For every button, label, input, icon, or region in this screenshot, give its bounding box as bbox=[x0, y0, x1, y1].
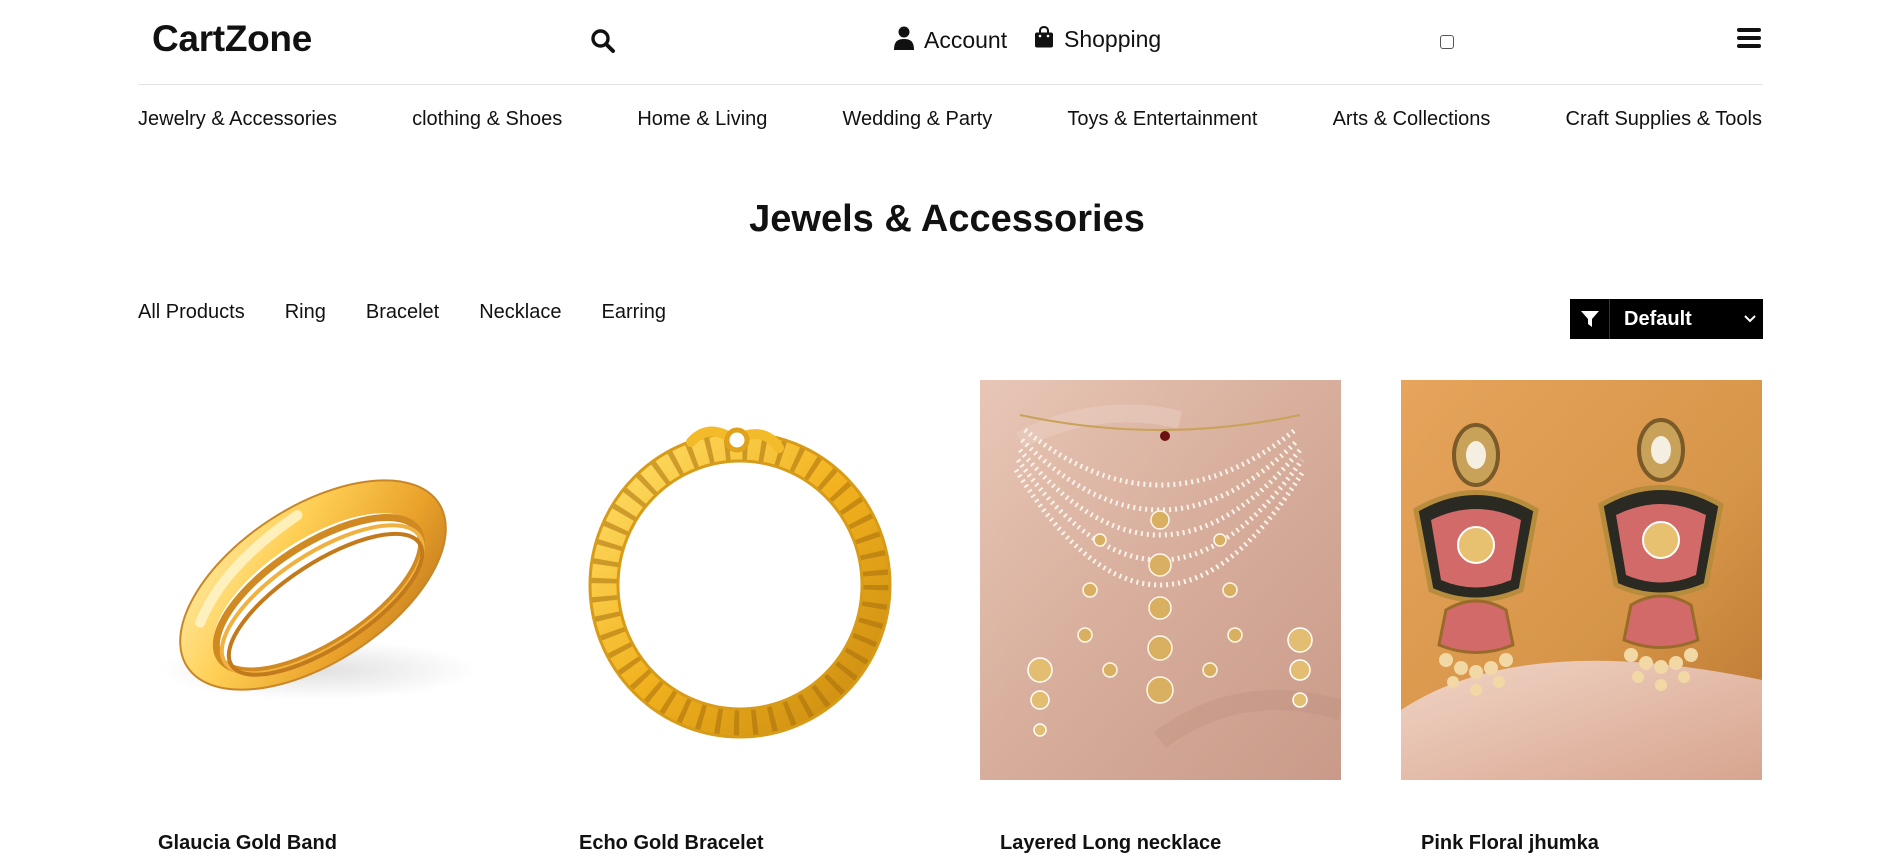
user-icon bbox=[894, 26, 914, 55]
product-card[interactable]: Pink Floral jhumka bbox=[1401, 380, 1762, 864]
category-nav: Jewelry & Accessories clothing & Shoes H… bbox=[138, 108, 1762, 131]
filter-tab-necklace[interactable]: Necklace bbox=[479, 301, 561, 324]
account-label: Account bbox=[924, 27, 1008, 53]
category-home-living[interactable]: Home & Living bbox=[637, 108, 767, 131]
product-filter-tabs: All Products Ring Bracelet Necklace Earr… bbox=[138, 301, 666, 324]
filter-funnel-icon bbox=[1570, 299, 1610, 339]
filter-tab-earring[interactable]: Earring bbox=[602, 301, 666, 324]
product-card[interactable]: Glaucia Gold Band bbox=[138, 380, 499, 864]
top-header: CartZone Account Shopping bbox=[0, 0, 1894, 85]
product-name[interactable]: Echo Gold Bracelet bbox=[579, 832, 764, 855]
gold-ring-image bbox=[138, 380, 499, 780]
shopping-link[interactable]: Shopping bbox=[1034, 25, 1162, 53]
product-card[interactable]: Echo Gold Bracelet bbox=[559, 380, 920, 864]
category-toys-entertainment[interactable]: Toys & Entertainment bbox=[1067, 108, 1257, 131]
filter-tab-ring[interactable]: Ring bbox=[285, 301, 326, 324]
theme-toggle-checkbox[interactable] bbox=[1440, 35, 1454, 49]
product-name[interactable]: Glaucia Gold Band bbox=[158, 832, 337, 855]
filter-tab-bracelet[interactable]: Bracelet bbox=[366, 301, 439, 324]
category-clothing-shoes[interactable]: clothing & Shoes bbox=[412, 108, 562, 131]
hamburger-menu-icon[interactable] bbox=[1737, 28, 1761, 48]
category-wedding-party[interactable]: Wedding & Party bbox=[843, 108, 993, 131]
jhumka-earrings-image bbox=[1401, 380, 1762, 780]
shopping-bag-icon bbox=[1034, 25, 1054, 53]
product-card[interactable]: Layered Long necklace bbox=[980, 380, 1341, 864]
category-arts-collections[interactable]: Arts & Collections bbox=[1333, 108, 1491, 131]
product-name[interactable]: Layered Long necklace bbox=[1000, 832, 1221, 855]
page-title: Jewels & Accessories bbox=[749, 198, 1145, 240]
category-craft-supplies-tools[interactable]: Craft Supplies & Tools bbox=[1566, 108, 1762, 131]
gold-bracelet-image bbox=[559, 380, 920, 780]
shopping-label: Shopping bbox=[1064, 26, 1162, 52]
search-icon[interactable] bbox=[590, 28, 616, 54]
category-jewelry-accessories[interactable]: Jewelry & Accessories bbox=[138, 108, 337, 131]
product-name[interactable]: Pink Floral jhumka bbox=[1421, 832, 1599, 855]
brand-logo[interactable]: CartZone bbox=[152, 18, 312, 60]
account-link[interactable]: Account bbox=[894, 26, 1007, 55]
header-divider bbox=[138, 84, 1762, 85]
sort-select[interactable]: Default bbox=[1570, 299, 1763, 339]
chevron-down-icon bbox=[1737, 299, 1763, 339]
layered-necklace-image bbox=[980, 380, 1341, 780]
filter-tab-all-products[interactable]: All Products bbox=[138, 301, 245, 324]
sort-selected-value: Default bbox=[1624, 307, 1692, 330]
product-grid: Glaucia Gold Band Echo Gold Bracelet Lay… bbox=[138, 380, 1762, 864]
